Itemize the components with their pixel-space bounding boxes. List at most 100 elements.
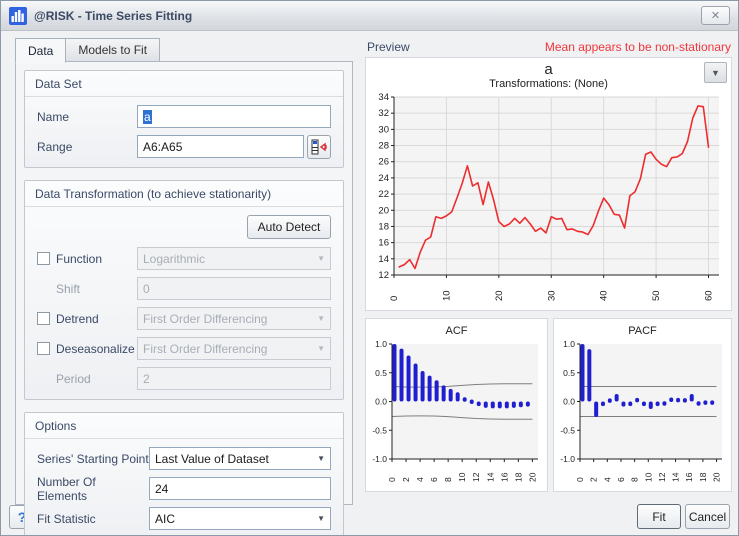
svg-text:20: 20 (494, 290, 505, 301)
svg-text:-0.5: -0.5 (560, 425, 575, 435)
fit-button[interactable]: Fit (637, 504, 681, 529)
auto-detect-button[interactable]: Auto Detect (247, 215, 331, 239)
close-icon: ✕ (711, 9, 720, 22)
chevron-down-icon: ▼ (313, 254, 325, 263)
svg-text:0: 0 (389, 296, 400, 301)
svg-text:12: 12 (471, 472, 481, 482)
detrend-select[interactable]: First Order Differencing ▼ (137, 307, 331, 330)
detrend-select-value: First Order Differencing (143, 312, 313, 326)
acf-chart-svg: 1.00.50.0-0.5-1.002468101214161820 (366, 338, 545, 486)
acf-title: ACF (366, 325, 547, 338)
svg-text:0: 0 (575, 477, 585, 482)
function-select[interactable]: Logarithmic ▼ (137, 247, 331, 270)
svg-text:16: 16 (378, 238, 389, 249)
acf-chart-card: ACF 1.00.50.0-0.5-1.002468101214161820 (365, 318, 548, 492)
function-select-value: Logarithmic (143, 252, 313, 266)
shift-value: 0 (143, 282, 150, 296)
svg-text:20: 20 (527, 472, 537, 482)
pacf-chart-card: PACF 1.00.50.0-0.5-1.002468101214161820 (553, 318, 732, 492)
stationarity-warning: Mean appears to be non-stationary (545, 40, 731, 54)
options-group: Options Series' Starting Point Last Valu… (24, 412, 344, 536)
svg-text:20: 20 (712, 472, 722, 482)
starting-point-value: Last Value of Dataset (155, 452, 313, 466)
detrend-label: Detrend (56, 312, 137, 326)
fit-statistic-select[interactable]: AIC ▼ (149, 507, 331, 530)
svg-text:34: 34 (378, 92, 389, 103)
range-picker-button[interactable] (307, 135, 331, 159)
svg-text:16: 16 (499, 472, 509, 482)
svg-text:1.0: 1.0 (375, 339, 387, 349)
svg-text:60: 60 (704, 290, 715, 301)
range-label: Range (37, 140, 137, 154)
svg-text:0.0: 0.0 (563, 397, 575, 407)
svg-text:8: 8 (443, 477, 453, 482)
svg-text:28: 28 (378, 141, 389, 152)
svg-text:14: 14 (378, 254, 389, 265)
svg-text:12: 12 (657, 472, 667, 482)
svg-text:12: 12 (378, 270, 389, 281)
preview-label: Preview (367, 40, 410, 54)
period-value: 2 (143, 372, 150, 386)
tab-models-to-fit[interactable]: Models to Fit (65, 38, 160, 62)
detrend-checkbox[interactable] (37, 312, 50, 325)
elements-label: Number Of Elements (37, 475, 149, 503)
svg-text:32: 32 (378, 108, 389, 119)
svg-text:4: 4 (415, 477, 425, 482)
svg-text:22: 22 (378, 189, 389, 200)
main-chart-title: a (366, 61, 731, 78)
chevron-down-icon: ▼ (313, 344, 325, 353)
data-set-group: Data Set Name a Range A6:A65 (24, 70, 344, 168)
title-bar[interactable]: @RISK - Time Series Fitting ✕ (1, 1, 738, 31)
range-picker-icon (311, 139, 327, 155)
svg-text:30: 30 (546, 290, 557, 301)
options-header: Options (25, 413, 343, 439)
main-chart-subtitle: Transformations: (None) (366, 78, 731, 91)
chart-options-button[interactable]: ▼ (704, 62, 727, 83)
range-value: A6:A65 (143, 140, 182, 154)
chevron-down-icon: ▼ (313, 314, 325, 323)
elements-value: 24 (155, 482, 168, 496)
svg-text:4: 4 (602, 477, 612, 482)
svg-text:8: 8 (630, 477, 640, 482)
svg-text:0.5: 0.5 (563, 368, 575, 378)
shift-input[interactable]: 0 (137, 277, 331, 300)
svg-text:50: 50 (651, 290, 662, 301)
deseasonalize-select[interactable]: First Order Differencing ▼ (137, 337, 331, 360)
name-input[interactable]: a (137, 105, 331, 128)
tab-data[interactable]: Data (15, 38, 66, 63)
name-value: a (143, 110, 152, 124)
window-title: @RISK - Time Series Fitting (34, 9, 701, 23)
svg-text:14: 14 (671, 472, 681, 482)
svg-text:10: 10 (643, 472, 653, 482)
pacf-title: PACF (554, 325, 731, 338)
transformation-group: Data Transformation (to achieve stationa… (24, 180, 344, 400)
range-input[interactable]: A6:A65 (137, 135, 304, 158)
svg-text:20: 20 (378, 205, 389, 216)
svg-text:-1.0: -1.0 (372, 454, 387, 464)
cancel-button[interactable]: Cancel (685, 504, 730, 529)
period-input[interactable]: 2 (137, 367, 331, 390)
function-checkbox[interactable] (37, 252, 50, 265)
svg-text:6: 6 (616, 477, 626, 482)
tab-models-label: Models to Fit (78, 43, 147, 57)
elements-input[interactable]: 24 (149, 477, 331, 500)
deseasonalize-checkbox[interactable] (37, 342, 50, 355)
svg-text:16: 16 (684, 472, 694, 482)
svg-text:-1.0: -1.0 (560, 454, 575, 464)
tab-strip: Data Models to Fit (15, 38, 159, 62)
deseasonalize-label: Deseasonalize (56, 342, 137, 356)
name-label: Name (37, 110, 137, 124)
function-label: Function (56, 252, 137, 266)
svg-text:40: 40 (599, 290, 610, 301)
svg-text:18: 18 (378, 221, 389, 232)
svg-text:-0.5: -0.5 (372, 425, 387, 435)
svg-text:26: 26 (378, 157, 389, 168)
svg-text:0: 0 (387, 477, 397, 482)
starting-point-select[interactable]: Last Value of Dataset ▼ (149, 447, 331, 470)
deseasonalize-select-value: First Order Differencing (143, 342, 313, 356)
svg-text:6: 6 (429, 477, 439, 482)
svg-text:14: 14 (485, 472, 495, 482)
close-button[interactable]: ✕ (701, 6, 730, 25)
fit-statistic-value: AIC (155, 512, 313, 526)
main-chart-card: ▼ a Transformations: (None) 12 14 16 18 20 22… (365, 57, 732, 311)
